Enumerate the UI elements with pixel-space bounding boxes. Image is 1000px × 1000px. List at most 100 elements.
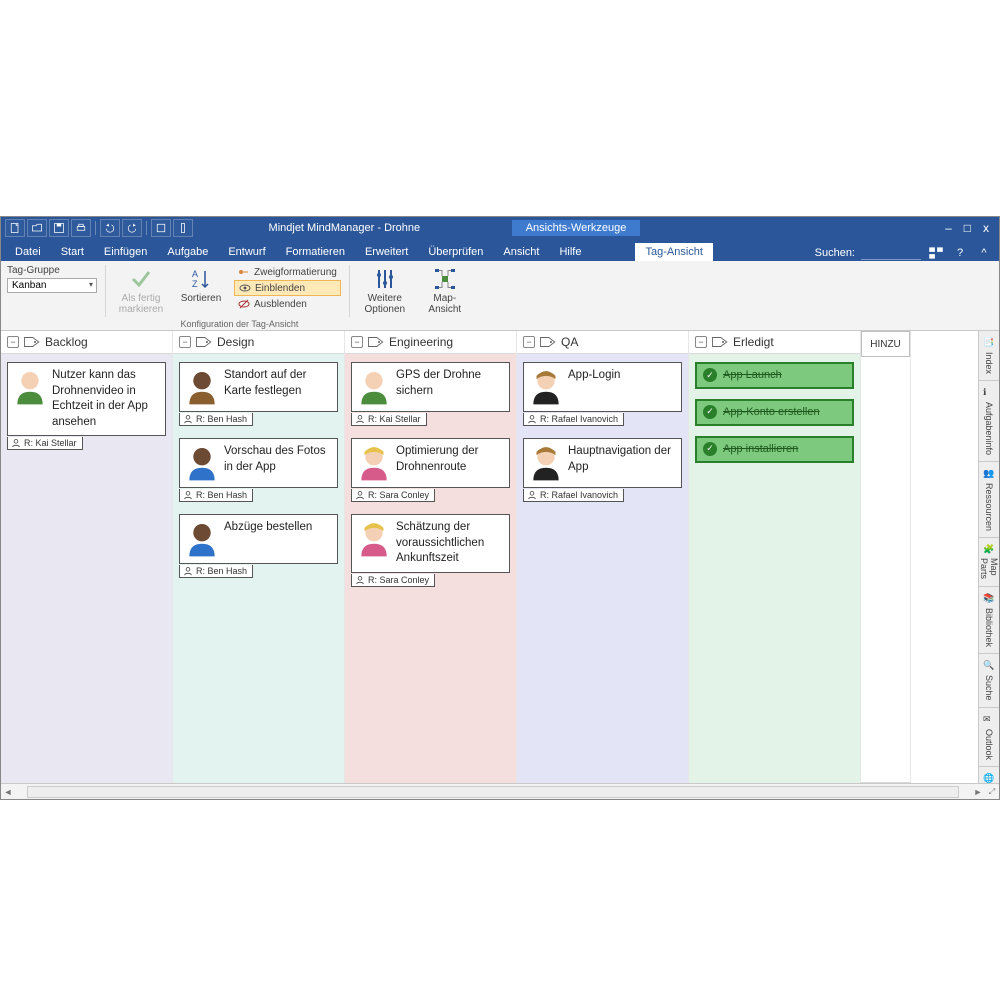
context-title: Ansichts-Werkzeuge: [512, 220, 641, 236]
tab-formatieren[interactable]: Formatieren: [276, 243, 355, 261]
card[interactable]: Nutzer kann das Drohnenvideo in Echtzeit…: [7, 362, 166, 436]
card[interactable]: GPS der Drohne sichern R: Kai Stellar: [351, 362, 510, 412]
zweig-button[interactable]: Zweigformatierung: [234, 265, 341, 279]
sidetab-label: Bibliothek: [984, 608, 994, 647]
sidetab-index[interactable]: 📑Index: [979, 331, 999, 381]
sidetab-browser[interactable]: 🌐Browser: [979, 767, 999, 783]
sidetab-bibliothek[interactable]: 📚 Bibliothek: [979, 587, 999, 654]
column-body[interactable]: Nutzer kann das Drohnenvideo in Echtzeit…: [1, 354, 172, 783]
tab-erweitert[interactable]: Erweitert: [355, 243, 418, 261]
qat-ruler-icon[interactable]: [173, 219, 193, 237]
column-title: QA: [561, 335, 578, 349]
als-fertig-button[interactable]: Als fertig markieren: [114, 265, 168, 317]
tab-entwurf[interactable]: Entwurf: [218, 243, 275, 261]
collapse-icon[interactable]: −: [179, 336, 191, 348]
card-text: Vorschau des Fotos in der App: [224, 444, 331, 482]
card-done[interactable]: ✓App-Konto erstellen: [695, 399, 854, 426]
kanban-board: −Backlog Nutzer kann das Drohnenvideo in…: [1, 331, 978, 783]
card[interactable]: App-Login R: Rafael Ivanovich: [523, 362, 682, 412]
tag-group-value[interactable]: Kanban: [7, 278, 97, 293]
qat-print-icon[interactable]: [71, 219, 91, 237]
help-icon[interactable]: ?: [951, 245, 969, 261]
card-assignee: R: Rafael Ivanovich: [523, 413, 624, 426]
sidetab-icon: ✉: [983, 714, 995, 726]
avatar-icon: [358, 520, 390, 558]
tab-datei[interactable]: Datei: [5, 243, 51, 261]
column-body[interactable]: App-Login R: Rafael Ivanovich Hauptnavig…: [517, 354, 688, 783]
avatar-icon: [14, 368, 46, 406]
card[interactable]: Optimierung der Drohnenroute R: Sara Con…: [351, 438, 510, 488]
qat-save-icon[interactable]: [49, 219, 69, 237]
close-button[interactable]: x: [983, 221, 989, 235]
card-done[interactable]: ✓App Launch: [695, 362, 854, 389]
board-scroll[interactable]: −Backlog Nutzer kann das Drohnenvideo in…: [1, 331, 978, 783]
collapse-icon[interactable]: −: [7, 336, 19, 348]
scroll-left-icon[interactable]: ◄: [1, 787, 15, 797]
sidetab-label: Suche: [984, 675, 994, 701]
map-ansicht-button[interactable]: Map-Ansicht: [418, 265, 472, 317]
tab-ueberpruefen[interactable]: Überprüfen: [418, 243, 493, 261]
tab-tag-ansicht[interactable]: Tag-Ansicht: [635, 243, 712, 261]
collapse-icon[interactable]: −: [351, 336, 363, 348]
tab-aufgabe[interactable]: Aufgabe: [157, 243, 218, 261]
card[interactable]: Vorschau des Fotos in der App R: Ben Has…: [179, 438, 338, 488]
collapse-icon[interactable]: −: [695, 336, 707, 348]
checkmark-icon: [129, 267, 153, 291]
card[interactable]: Schätzung der voraussichtlichen Ankunfts…: [351, 514, 510, 573]
column-header[interactable]: − QA: [517, 331, 688, 354]
column-header[interactable]: −Erledigt: [689, 331, 860, 354]
sidetab-icon: 📚: [983, 593, 995, 605]
weitere-optionen-button[interactable]: Weitere Optionen: [358, 265, 412, 317]
view-options-icon[interactable]: [927, 245, 945, 261]
column-body[interactable]: Standort auf der Karte festlegen R: Ben …: [173, 354, 344, 783]
horizontal-scrollbar[interactable]: [27, 786, 959, 798]
collapse-icon[interactable]: −: [523, 336, 535, 348]
column-body[interactable]: GPS der Drohne sichern R: Kai Stellar Op…: [345, 354, 516, 783]
sidetab-label: Index: [984, 352, 994, 374]
scroll-right-icon[interactable]: ►: [971, 787, 985, 797]
qat-format-icon[interactable]: [151, 219, 171, 237]
add-column[interactable]: HINZU: [861, 331, 911, 783]
sidetab-icon: ℹ: [983, 387, 995, 399]
sidetab-ressourcen[interactable]: 👥Ressourcen: [979, 462, 999, 538]
maximize-button[interactable]: □: [964, 221, 971, 235]
qat-redo-icon[interactable]: [122, 219, 142, 237]
tab-hilfe[interactable]: Hilfe: [549, 243, 591, 261]
card[interactable]: Abzüge bestellen R: Ben Hash: [179, 514, 338, 564]
card-done[interactable]: ✓App installieren: [695, 436, 854, 463]
sidetab-suche[interactable]: 🔍 Suche: [979, 654, 999, 708]
column-header[interactable]: −Backlog: [1, 331, 172, 354]
card[interactable]: Standort auf der Karte festlegen R: Ben …: [179, 362, 338, 412]
app-window: Mindjet MindManager - Drohne Ansichts-We…: [0, 216, 1000, 800]
collapse-ribbon-icon[interactable]: ^: [975, 245, 993, 261]
qat-new-doc-icon[interactable]: [5, 219, 25, 237]
card-text: Nutzer kann das Drohnenvideo in Echtzeit…: [52, 368, 159, 430]
column-design: −Design Standort auf der Karte festlegen…: [173, 331, 345, 783]
ausblenden-button[interactable]: Ausblenden: [234, 297, 341, 311]
sidetab-icon: 🔍: [983, 660, 995, 672]
column-header[interactable]: − Engineering: [345, 331, 516, 354]
qat-undo-icon[interactable]: [100, 219, 120, 237]
tab-einfuegen[interactable]: Einfügen: [94, 243, 157, 261]
column-title: Engineering: [389, 335, 453, 349]
sidetab-map-parts[interactable]: 🧩Map Parts: [979, 538, 999, 587]
svg-text:A: A: [192, 269, 198, 279]
card-text: App-Konto erstellen: [723, 405, 820, 420]
card[interactable]: Hauptnavigation der App R: Rafael Ivanov…: [523, 438, 682, 488]
column-body[interactable]: ✓App Launch ✓App-Konto erstellen ✓App inst…: [689, 354, 860, 783]
search-input[interactable]: [861, 247, 921, 260]
tab-ansicht[interactable]: Ansicht: [493, 243, 549, 261]
avatar-icon: [358, 368, 390, 406]
einblenden-button[interactable]: Einblenden: [234, 280, 341, 296]
add-column-button[interactable]: HINZU: [861, 331, 910, 357]
sidetab-outlook[interactable]: ✉Outlook: [979, 708, 999, 767]
qat-open-icon[interactable]: [27, 219, 47, 237]
tab-start[interactable]: Start: [51, 243, 94, 261]
sidetab-icon: 👥: [983, 468, 995, 480]
sidetab-aufgabeninfo[interactable]: ℹAufgabeninfo: [979, 381, 999, 462]
minimize-button[interactable]: ‒: [945, 221, 952, 235]
expand-icon[interactable]: ⤢: [985, 787, 999, 797]
sortieren-button[interactable]: AZ Sortieren: [174, 265, 228, 306]
tag-group-dropdown[interactable]: Tag-Gruppe Kanban: [7, 265, 97, 293]
column-header[interactable]: −Design: [173, 331, 344, 354]
